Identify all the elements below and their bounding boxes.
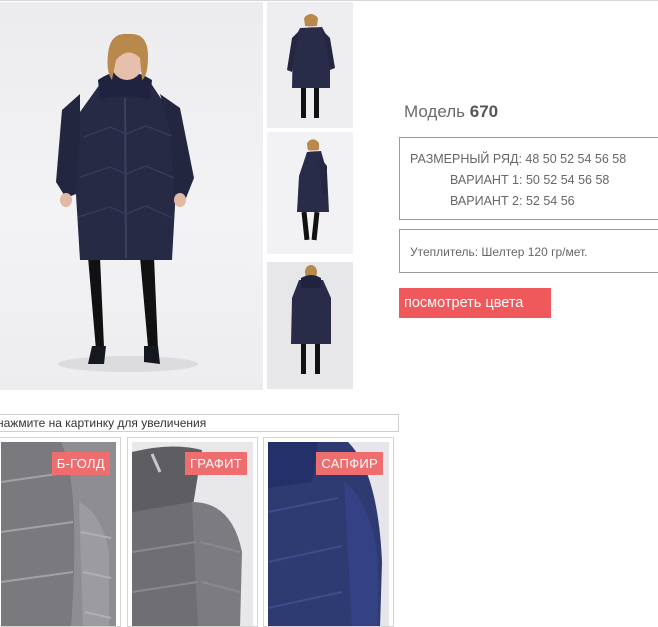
- color-swatch-card: Б-ГОЛД: [0, 437, 121, 627]
- view-colors-button[interactable]: посмотреть цвета: [399, 288, 551, 318]
- model-title: Модель 670: [404, 102, 498, 122]
- filling-info-box: Утеплитель: Шелтер 120 гр/мет.: [399, 229, 658, 273]
- color-swatch-sapfir[interactable]: САПФИР: [268, 442, 389, 626]
- thumbnail-side[interactable]: [267, 132, 353, 254]
- swatch-label: Б-ГОЛД: [51, 452, 110, 475]
- model-number: 670: [469, 102, 499, 121]
- enlarge-hint: нажмите на картинку для увеличения: [0, 414, 399, 432]
- enlarge-hint-text: нажмите на картинку для увеличения: [0, 416, 207, 430]
- thumbnail-front[interactable]: [267, 2, 353, 128]
- size-variant-2-line: ВАРИАНТ 2: 52 54 56: [450, 194, 575, 208]
- model-label: Модель: [404, 102, 466, 121]
- filling-text: Утеплитель: Шелтер 120 гр/мет.: [410, 245, 588, 259]
- top-divider: [0, 0, 658, 1]
- swatch-label: ГРАФИТ: [184, 452, 247, 475]
- main-product-photo[interactable]: [0, 2, 263, 390]
- color-swatch-grafit[interactable]: ГРАФИТ: [132, 442, 253, 626]
- size-range-box: РАЗМЕРНЫЙ РЯД: 48 50 52 54 56 58 ВАРИАНТ…: [399, 137, 658, 220]
- size-range-line: РАЗМЕРНЫЙ РЯД: 48 50 52 54 56 58: [410, 152, 627, 166]
- color-swatch-card: САПФИР: [263, 437, 394, 627]
- color-swatch-card: ГРАФИТ: [127, 437, 258, 627]
- swatch-label: САПФИР: [316, 452, 383, 475]
- thumbnail-back[interactable]: [267, 262, 353, 389]
- color-swatch-b-gold[interactable]: Б-ГОЛД: [1, 442, 116, 626]
- size-variant-1-line: ВАРИАНТ 1: 50 52 54 56 58: [450, 173, 610, 187]
